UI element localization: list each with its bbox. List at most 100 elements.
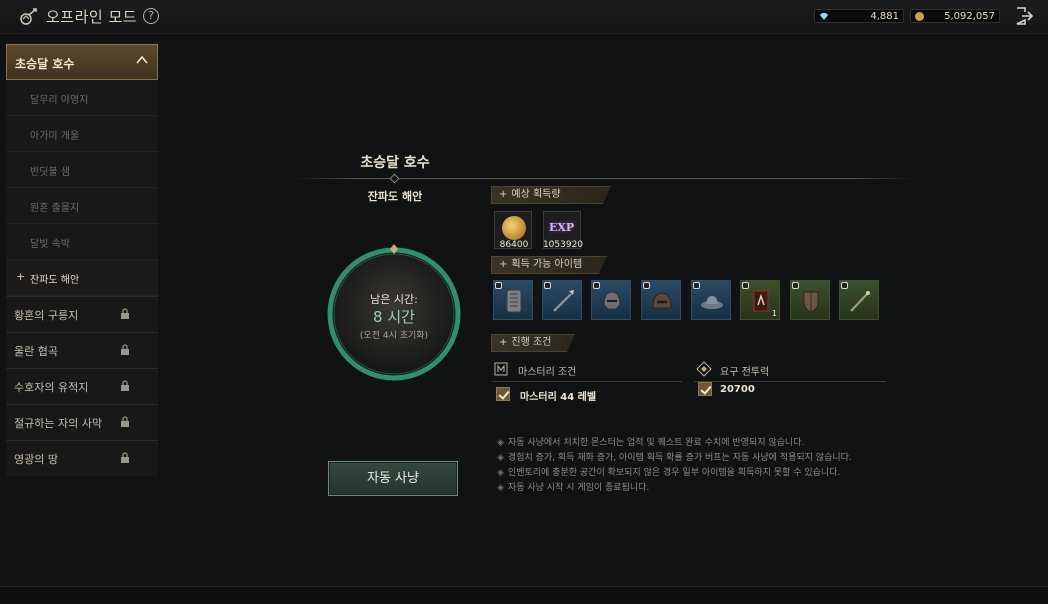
plus-icon: + <box>499 189 508 200</box>
condition-divider <box>492 381 682 382</box>
obtainable-items-header: + 획득 가능 아이템 <box>491 256 607 274</box>
lock-icon <box>121 308 129 319</box>
mastery-icon <box>494 362 508 376</box>
reward-value: 1053920 <box>542 240 584 250</box>
sidebar-subitem-label: 잔파도 해안 <box>30 275 80 286</box>
sidebar-subitem[interactable]: 반딧불 샘 <box>6 152 158 188</box>
check-icon <box>496 387 510 401</box>
offline-mode-icon <box>20 8 37 25</box>
expected-rewards-header: + 예상 획득량 <box>491 186 611 204</box>
hood-helmet-icon <box>652 292 672 309</box>
sidebar-region-label: 영광의 땅 <box>14 453 58 466</box>
exit-icon[interactable] <box>1014 6 1034 26</box>
shield-icon <box>803 291 819 313</box>
helmet-icon <box>603 291 621 310</box>
gold-coin-icon <box>502 216 526 240</box>
sidebar-region-label: 절규하는 자의 사막 <box>14 417 102 430</box>
bottom-frame <box>0 586 1048 604</box>
sidebar-subitem[interactable]: 아가미 개울 <box>6 116 158 152</box>
lock-icon <box>121 380 129 391</box>
plus-icon: + <box>499 259 508 270</box>
sidebar-region-locked[interactable]: 영광의 땅 <box>6 440 158 476</box>
region-sidebar: 초승달 호수 달무리 야영지 아가미 개울 반딧불 샘 원혼 출몰지 달빛 속박… <box>6 44 158 476</box>
note-line: ◈ 자동 사냥에서 처치한 몬스터는 업적 및 퀘스트 완료 수치에 반영되지 않… <box>497 436 917 451</box>
item-slot[interactable]: 1 <box>740 280 780 320</box>
item-slot[interactable] <box>542 280 582 320</box>
note-line: ◈ 자동 사냥 시작 시 게임이 종료됩니다. <box>497 481 917 496</box>
sidebar-subitem[interactable]: 원혼 출몰지 <box>6 188 158 224</box>
mastery-condition-label: 마스터리 조건 <box>518 367 577 378</box>
required-power-value: 20700 <box>720 384 755 395</box>
note-bullet-icon: ◈ <box>497 483 504 493</box>
selected-marker: + <box>16 270 26 283</box>
note-line: ◈ 경험치 증가, 획득 재화 증가, 아이템 획득 확률 증가 버프는 자동 사… <box>497 451 917 466</box>
lock-icon <box>121 416 129 427</box>
gold-amount: 5,092,057 <box>944 11 995 22</box>
gold-coin-icon <box>915 12 924 21</box>
diamond-amount: 4,881 <box>870 11 899 22</box>
sidebar-subitem[interactable]: 달빛 속박 <box>6 224 158 260</box>
auto-hunt-notes: ◈ 자동 사냥에서 처치한 몬스터는 업적 및 퀘스트 완료 수치에 반영되지 않… <box>497 436 917 496</box>
divider-diamond-icon <box>389 173 400 184</box>
item-slot[interactable] <box>839 280 879 320</box>
note-bullet-icon: ◈ <box>497 438 504 448</box>
timer-value: 8 시간 <box>373 308 415 326</box>
timer-label: 남은 시간: <box>370 293 418 306</box>
app-title: 오프라인 모드 <box>46 8 138 26</box>
reward-gold[interactable]: 86400 <box>494 211 532 250</box>
required-power-label: 요구 전투력 <box>720 367 770 378</box>
lock-icon <box>121 344 129 355</box>
auto-hunt-button[interactable]: 자동 사냥 <box>328 461 458 496</box>
section-label: 진행 조건 <box>511 337 552 348</box>
reward-value: 86400 <box>499 240 529 250</box>
sidebar-region-crescent-lake[interactable]: 초승달 호수 <box>6 44 158 80</box>
sidebar-subitem-label: 달무리 야영지 <box>30 95 89 106</box>
staff-icon <box>850 291 870 312</box>
section-label: 획득 가능 아이템 <box>511 259 583 270</box>
sidebar-region-label: 황혼의 구릉지 <box>14 309 79 322</box>
note-text: 경험치 증가, 획득 재화 증가, 아이템 획득 확률 증가 버프는 자동 사냥… <box>507 453 852 463</box>
sidebar-subitem-selected[interactable]: + 잔파도 해안 <box>6 260 158 296</box>
combat-power-icon <box>696 361 712 377</box>
note-bullet-icon: ◈ <box>497 468 504 478</box>
note-line: ◈ 인벤토리에 충분한 공간이 확보되지 않은 경우 일부 아이템을 획득하지 못… <box>497 466 917 481</box>
exp-icon: EXP <box>549 221 575 234</box>
location-title: 초승달 호수 <box>360 155 430 171</box>
chevron-up-icon <box>136 55 148 64</box>
note-bullet-icon: ◈ <box>497 453 504 463</box>
sidebar-region-label: 울란 협곡 <box>14 345 58 358</box>
item-slot[interactable] <box>591 280 631 320</box>
sidebar-subitem-label: 반딧불 샘 <box>30 167 70 178</box>
timer-reset-note: (오전 4시 초기화) <box>359 331 429 341</box>
progress-conditions-header: + 진행 조건 <box>491 334 575 352</box>
sidebar-region-locked[interactable]: 수호자의 유적지 <box>6 368 158 404</box>
gold-currency: 5,092,057 <box>910 9 1000 23</box>
item-slot[interactable] <box>493 280 533 320</box>
sidebar-subitem[interactable]: 달무리 야영지 <box>6 80 158 116</box>
plus-icon: + <box>499 337 508 348</box>
item-slot[interactable] <box>641 280 681 320</box>
condition-divider <box>694 381 886 382</box>
top-bar: 오프라인 모드 ? 4,881 5,092,057 <box>0 0 1048 34</box>
section-label: 예상 획득량 <box>511 189 561 200</box>
sidebar-region-locked[interactable]: 절규하는 자의 사막 <box>6 404 158 440</box>
sidebar-region-label: 초승달 호수 <box>15 57 75 71</box>
note-text: 자동 사냥 시작 시 게임이 종료됩니다. <box>507 483 650 493</box>
armor-plate-icon <box>506 289 522 313</box>
mastery-condition-value: 마스터리 44 레벨 <box>520 392 597 403</box>
reward-exp[interactable]: EXP 1053920 <box>543 211 583 250</box>
note-text: 인벤토리에 충분한 공간이 확보되지 않은 경우 일부 아이템을 획득하지 못할… <box>507 468 841 478</box>
sidebar-region-locked[interactable]: 울란 협곡 <box>6 332 158 368</box>
item-slot[interactable] <box>790 280 830 320</box>
diamond-icon <box>820 13 828 20</box>
note-text: 자동 사냥에서 처치한 몬스터는 업적 및 퀘스트 완료 수치에 반영되지 않습… <box>507 438 805 448</box>
item-slot[interactable] <box>691 280 731 320</box>
hat-icon <box>701 296 723 309</box>
help-icon[interactable]: ? <box>143 8 159 24</box>
sidebar-region-locked[interactable]: 황혼의 구릉지 <box>6 296 158 332</box>
sub-location-title: 잔파도 해안 <box>367 190 423 203</box>
lock-icon <box>121 452 129 463</box>
scroll-book-icon <box>753 290 769 312</box>
spear-icon <box>553 290 574 312</box>
diamond-currency: 4,881 <box>814 9 904 23</box>
